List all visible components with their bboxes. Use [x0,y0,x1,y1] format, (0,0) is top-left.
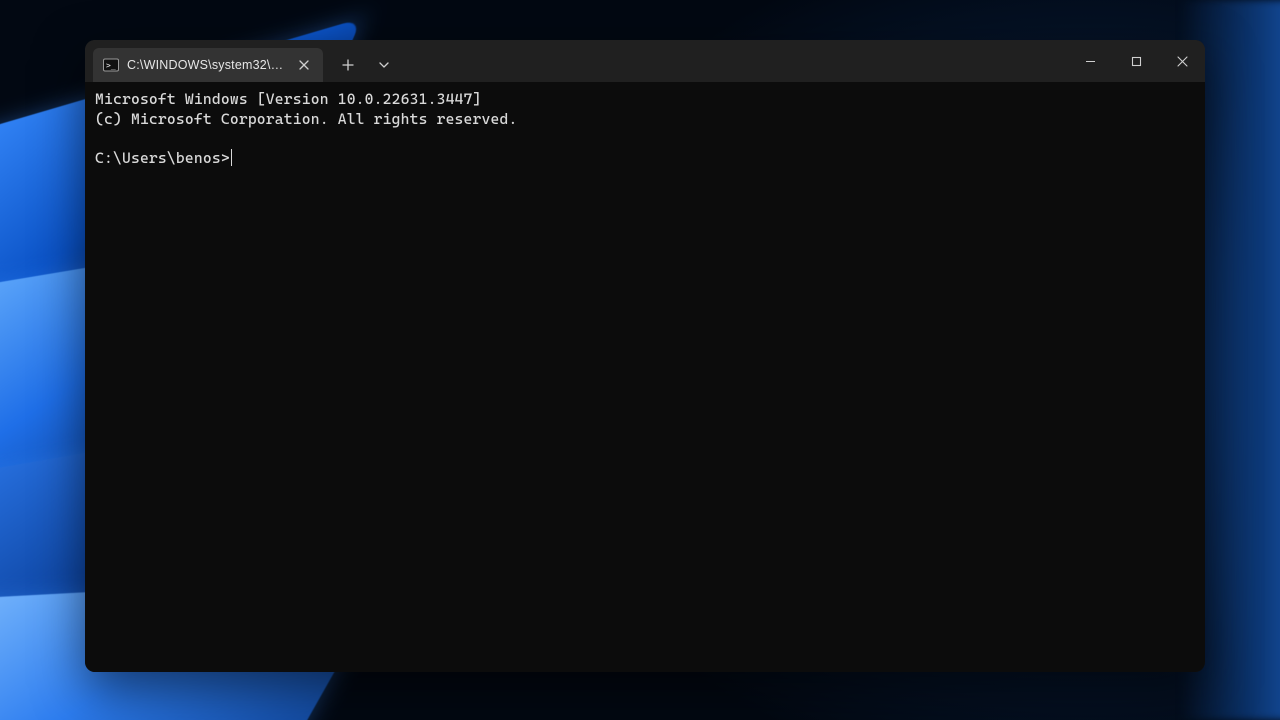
close-window-button[interactable] [1159,40,1205,82]
window-controls [1067,40,1205,82]
terminal-prompt: C:\Users\benos> [95,149,230,167]
titlebar-drag-region[interactable] [401,40,1067,82]
chevron-down-icon [379,60,389,70]
titlebar[interactable]: >_ C:\WINDOWS\system32\CMD [85,40,1205,82]
tab-cmd[interactable]: >_ C:\WINDOWS\system32\CMD [93,48,323,82]
minimize-button[interactable] [1067,40,1113,82]
maximize-icon [1131,56,1142,67]
terminal-line: (c) Microsoft Corporation. All rights re… [95,110,518,128]
tab-strip: >_ C:\WINDOWS\system32\CMD [85,40,401,82]
tab-close-button[interactable] [295,56,313,74]
tab-dropdown-button[interactable] [367,48,401,82]
close-icon [1177,56,1188,67]
maximize-button[interactable] [1113,40,1159,82]
plus-icon [342,59,354,71]
new-tab-button[interactable] [331,48,365,82]
text-cursor [231,149,233,166]
svg-text:>_: >_ [106,61,116,70]
minimize-icon [1085,56,1096,67]
terminal-line: Microsoft Windows [Version 10.0.22631.34… [95,90,482,108]
tab-title: C:\WINDOWS\system32\CMD [127,58,287,72]
terminal-output[interactable]: Microsoft Windows [Version 10.0.22631.34… [85,82,1205,672]
terminal-window: >_ C:\WINDOWS\system32\CMD [85,40,1205,672]
cmd-icon: >_ [103,57,119,73]
close-icon [299,60,309,70]
